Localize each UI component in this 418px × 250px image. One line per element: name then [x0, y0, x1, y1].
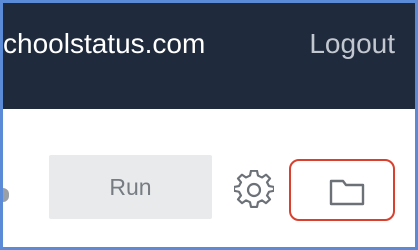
- screenshot-frame: choolstatus.com Logout Run: [0, 0, 418, 250]
- gear-icon[interactable]: [232, 169, 276, 210]
- logout-link[interactable]: Logout: [309, 28, 395, 60]
- top-header-bar: choolstatus.com Logout: [3, 3, 415, 109]
- folder-icon: [329, 179, 365, 206]
- run-button[interactable]: Run: [49, 155, 212, 219]
- folder-button[interactable]: [289, 159, 395, 221]
- account-domain-label: choolstatus.com: [3, 28, 206, 59]
